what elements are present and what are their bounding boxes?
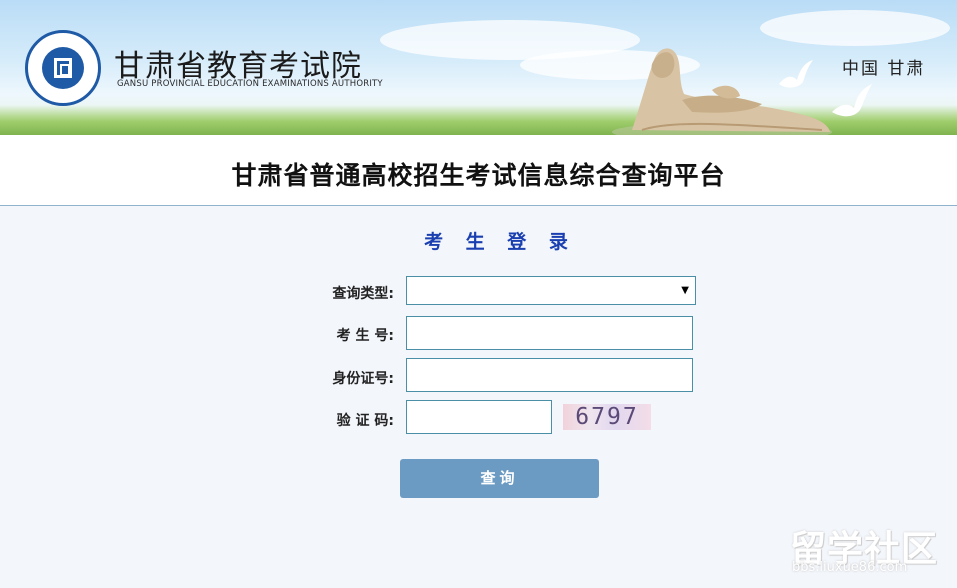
login-heading: 考 生 登 录 [424, 231, 576, 253]
captcha-input[interactable] [406, 400, 552, 434]
dove-icon [832, 84, 872, 117]
exam-number-input[interactable] [406, 316, 693, 350]
captcha-label: 验 证 码: [336, 413, 394, 429]
exam-number-label: 考 生 号: [336, 328, 394, 344]
region-label: 中国 甘肃 [842, 59, 926, 79]
watermark-url: bbs.liuxue86.com [792, 560, 908, 575]
org-name-en: GANSU PROVINCIAL EDUCATION EXAMINATIONS … [117, 79, 383, 89]
id-number-label: 身份证号: [332, 371, 394, 387]
site-watermark: 留学社区 bbs.liuxue86.com [790, 520, 950, 580]
header-banner: 甘肃省教育考试院 GANSU PROVINCIAL EDUCATION EXAM… [0, 0, 957, 135]
dove-icon [779, 60, 813, 88]
query-type-label: 查询类型: [332, 286, 394, 302]
id-number-input[interactable] [406, 358, 693, 392]
query-button[interactable]: 查询 [400, 459, 599, 498]
dropdown-arrow-icon: ▼ [681, 285, 689, 296]
title-band: 甘肃省普通高校招生考试信息综合查询平台 [0, 135, 957, 206]
org-logo [25, 30, 101, 106]
captcha-image[interactable]: 6797 [563, 404, 651, 430]
query-type-select[interactable]: ▼ [406, 276, 696, 305]
platform-title: 甘肃省普通高校招生考试信息综合查询平台 [231, 161, 726, 190]
